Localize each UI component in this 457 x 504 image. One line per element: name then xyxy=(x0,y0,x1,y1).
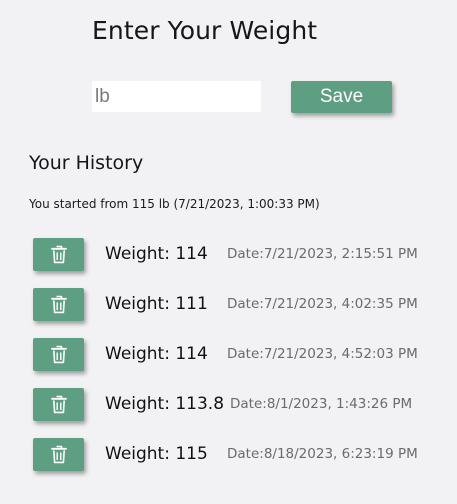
history-list: Weight: 114 Date:7/21/2023, 2:15:51 PM W… xyxy=(33,238,453,488)
starting-weight-text: You started from 115 lb (7/21/2023, 1:00… xyxy=(29,197,320,211)
save-button[interactable]: Save xyxy=(291,81,392,113)
trash-icon xyxy=(50,395,67,414)
weight-value: Weight: 115 xyxy=(105,444,208,464)
trash-icon xyxy=(50,245,67,264)
history-row: Weight: 114 Date:7/21/2023, 2:15:51 PM xyxy=(33,238,453,271)
entry-date: Date:8/18/2023, 6:23:19 PM xyxy=(227,446,418,462)
entry-date: Date:7/21/2023, 4:52:03 PM xyxy=(227,346,418,362)
weight-value: Weight: 113.8 xyxy=(105,394,225,414)
history-row: Weight: 115 Date:8/18/2023, 6:23:19 PM xyxy=(33,438,453,471)
delete-button[interactable] xyxy=(33,438,84,471)
entry-date: Date:8/1/2023, 1:43:26 PM xyxy=(230,396,413,412)
history-row: Weight: 111 Date:7/21/2023, 4:02:35 PM xyxy=(33,288,453,321)
delete-button[interactable] xyxy=(33,388,84,421)
trash-icon xyxy=(50,295,67,314)
delete-button[interactable] xyxy=(33,338,84,371)
entry-date: Date:7/21/2023, 2:15:51 PM xyxy=(227,246,418,262)
trash-icon xyxy=(50,345,67,364)
delete-button[interactable] xyxy=(33,238,84,271)
history-row: Weight: 113.8 Date:8/1/2023, 1:43:26 PM xyxy=(33,388,453,421)
weight-value: Weight: 114 xyxy=(105,344,208,364)
page-title: Enter Your Weight xyxy=(92,16,318,45)
trash-icon xyxy=(50,445,67,464)
history-title: Your History xyxy=(29,152,144,174)
history-row: Weight: 114 Date:7/21/2023, 4:52:03 PM xyxy=(33,338,453,371)
entry-date: Date:7/21/2023, 4:02:35 PM xyxy=(227,296,418,312)
weight-input[interactable] xyxy=(92,81,261,112)
delete-button[interactable] xyxy=(33,288,84,321)
weight-value: Weight: 114 xyxy=(105,244,208,264)
weight-value: Weight: 111 xyxy=(105,294,208,314)
